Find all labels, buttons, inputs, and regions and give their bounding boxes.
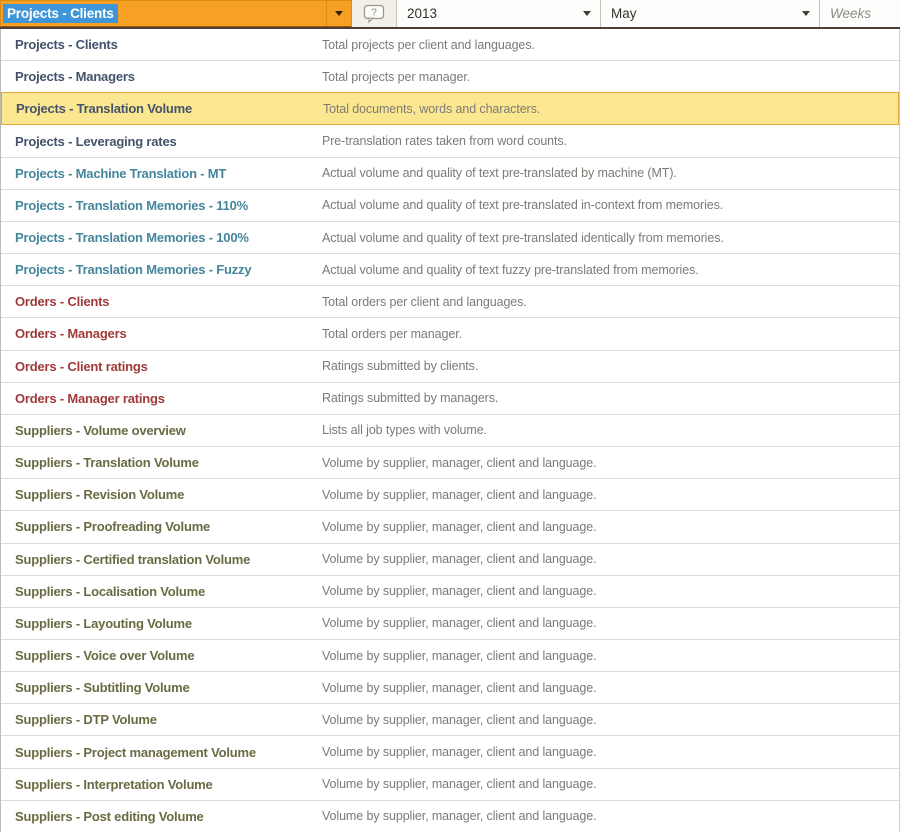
report-row[interactable]: Orders - ManagersTotal orders per manage… [1,317,899,349]
report-name: Projects - Machine Translation - MT [1,166,322,181]
report-row[interactable]: Suppliers - Proofreading VolumeVolume by… [1,510,899,542]
report-name: Orders - Client ratings [1,359,322,374]
report-row[interactable]: Projects - Translation Memories - FuzzyA… [1,253,899,285]
report-description: Total orders per client and languages. [322,295,899,309]
report-description: Volume by supplier, manager, client and … [322,584,899,598]
report-name: Orders - Clients [1,294,322,309]
report-row[interactable]: Projects - Translation Memories - 110%Ac… [1,189,899,221]
year-combobox[interactable]: 2013 [396,0,600,27]
report-row[interactable]: Suppliers - Layouting VolumeVolume by su… [1,607,899,639]
report-row[interactable]: Suppliers - Project management VolumeVol… [1,735,899,767]
report-description: Total documents, words and characters. [323,102,898,116]
report-row[interactable]: Projects - Leveraging ratesPre-translati… [1,125,899,156]
chevron-down-icon [583,11,591,16]
report-name: Orders - Manager ratings [1,391,322,406]
report-description: Volume by supplier, manager, client and … [322,681,899,695]
report-name: Suppliers - Proofreading Volume [1,519,322,534]
report-name: Suppliers - Certified translation Volume [1,552,322,567]
svg-text:?: ? [371,7,377,18]
report-row[interactable]: Projects - Machine Translation - MTActua… [1,157,899,189]
report-name: Orders - Managers [1,326,322,341]
report-name: Suppliers - Voice over Volume [1,648,322,663]
year-combobox-value: 2013 [407,6,437,21]
report-name: Suppliers - Revision Volume [1,487,322,502]
report-row[interactable]: Suppliers - Subtitling VolumeVolume by s… [1,671,899,703]
report-description: Total orders per manager. [322,327,899,341]
toolbar: Projects - Clients ? 2013 May Weeks [0,0,900,29]
report-description: Volume by supplier, manager, client and … [322,777,899,791]
report-name: Suppliers - Localisation Volume [1,584,322,599]
report-name: Suppliers - Layouting Volume [1,616,322,631]
report-row[interactable]: Suppliers - Voice over VolumeVolume by s… [1,639,899,671]
report-name: Suppliers - DTP Volume [1,712,322,727]
report-description: Pre-translation rates taken from word co… [322,134,899,148]
report-row[interactable]: Projects - ManagersTotal projects per ma… [1,60,899,92]
report-name: Suppliers - Volume overview [1,423,322,438]
report-description: Ratings submitted by clients. [322,359,899,373]
report-row[interactable]: Projects - Translation Memories - 100%Ac… [1,221,899,253]
report-name: Suppliers - Translation Volume [1,455,322,470]
report-row[interactable]: Suppliers - Certified translation Volume… [1,543,899,575]
report-description: Volume by supplier, manager, client and … [322,809,899,823]
report-list: Projects - ClientsTotal projects per cli… [0,29,900,832]
month-combobox[interactable]: May [600,0,819,27]
report-row[interactable]: Projects - ClientsTotal projects per cli… [1,29,899,60]
report-row[interactable]: Orders - Client ratingsRatings submitted… [1,350,899,382]
report-description: Actual volume and quality of text pre-tr… [322,198,899,212]
report-description: Volume by supplier, manager, client and … [322,649,899,663]
weeks-field-placeholder: Weeks [830,6,871,21]
report-name: Suppliers - Interpretation Volume [1,777,322,792]
report-name: Suppliers - Project management Volume [1,745,322,760]
report-row[interactable]: Suppliers - Localisation VolumeVolume by… [1,575,899,607]
report-name: Projects - Managers [1,69,322,84]
report-description: Total projects per manager. [322,70,899,84]
report-description: Volume by supplier, manager, client and … [322,616,899,630]
report-name: Projects - Clients [1,37,322,52]
chevron-down-icon [335,11,343,16]
report-description: Volume by supplier, manager, client and … [322,745,899,759]
report-name: Suppliers - Subtitling Volume [1,680,322,695]
report-row[interactable]: Suppliers - Translation VolumeVolume by … [1,446,899,478]
report-row[interactable]: Suppliers - Post editing VolumeVolume by… [1,800,899,832]
report-description: Volume by supplier, manager, client and … [322,456,899,470]
report-row[interactable]: Suppliers - DTP VolumeVolume by supplier… [1,703,899,735]
weeks-field[interactable]: Weeks [819,0,900,27]
report-description: Actual volume and quality of text pre-tr… [322,231,899,245]
report-name: Projects - Leveraging rates [1,134,322,149]
report-combobox-value: Projects - Clients [3,4,118,23]
report-combobox[interactable]: Projects - Clients [0,0,352,27]
report-description: Actual volume and quality of text fuzzy … [322,263,899,277]
report-description: Ratings submitted by managers. [322,391,899,405]
report-name: Projects - Translation Memories - 100% [1,230,322,245]
report-description: Volume by supplier, manager, client and … [322,713,899,727]
report-row[interactable]: Suppliers - Revision VolumeVolume by sup… [1,478,899,510]
report-combobox-dropdown-button[interactable] [326,1,351,26]
report-description: Actual volume and quality of text pre-tr… [322,166,899,180]
report-picker-window: Projects - Clients ? 2013 May Weeks Proj… [0,0,900,832]
report-name: Projects - Translation Memories - 110% [1,198,322,213]
report-row[interactable]: Orders - Manager ratingsRatings submitte… [1,382,899,414]
report-row[interactable]: Suppliers - Volume overviewLists all job… [1,414,899,446]
report-name: Suppliers - Post editing Volume [1,809,322,824]
report-description: Total projects per client and languages. [322,38,899,52]
report-row[interactable]: Projects - Translation VolumeTotal docum… [1,92,899,125]
report-name: Projects - Translation Memories - Fuzzy [1,262,322,277]
help-button[interactable]: ? [352,0,396,27]
report-description: Volume by supplier, manager, client and … [322,488,899,502]
help-balloon-icon: ? [363,4,385,24]
report-name: Projects - Translation Volume [2,101,323,116]
chevron-down-icon [802,11,810,16]
report-description: Lists all job types with volume. [322,423,899,437]
month-combobox-value: May [611,6,637,21]
report-row[interactable]: Suppliers - Interpretation VolumeVolume … [1,768,899,800]
report-description: Volume by supplier, manager, client and … [322,520,899,534]
report-description: Volume by supplier, manager, client and … [322,552,899,566]
report-row[interactable]: Orders - ClientsTotal orders per client … [1,285,899,317]
